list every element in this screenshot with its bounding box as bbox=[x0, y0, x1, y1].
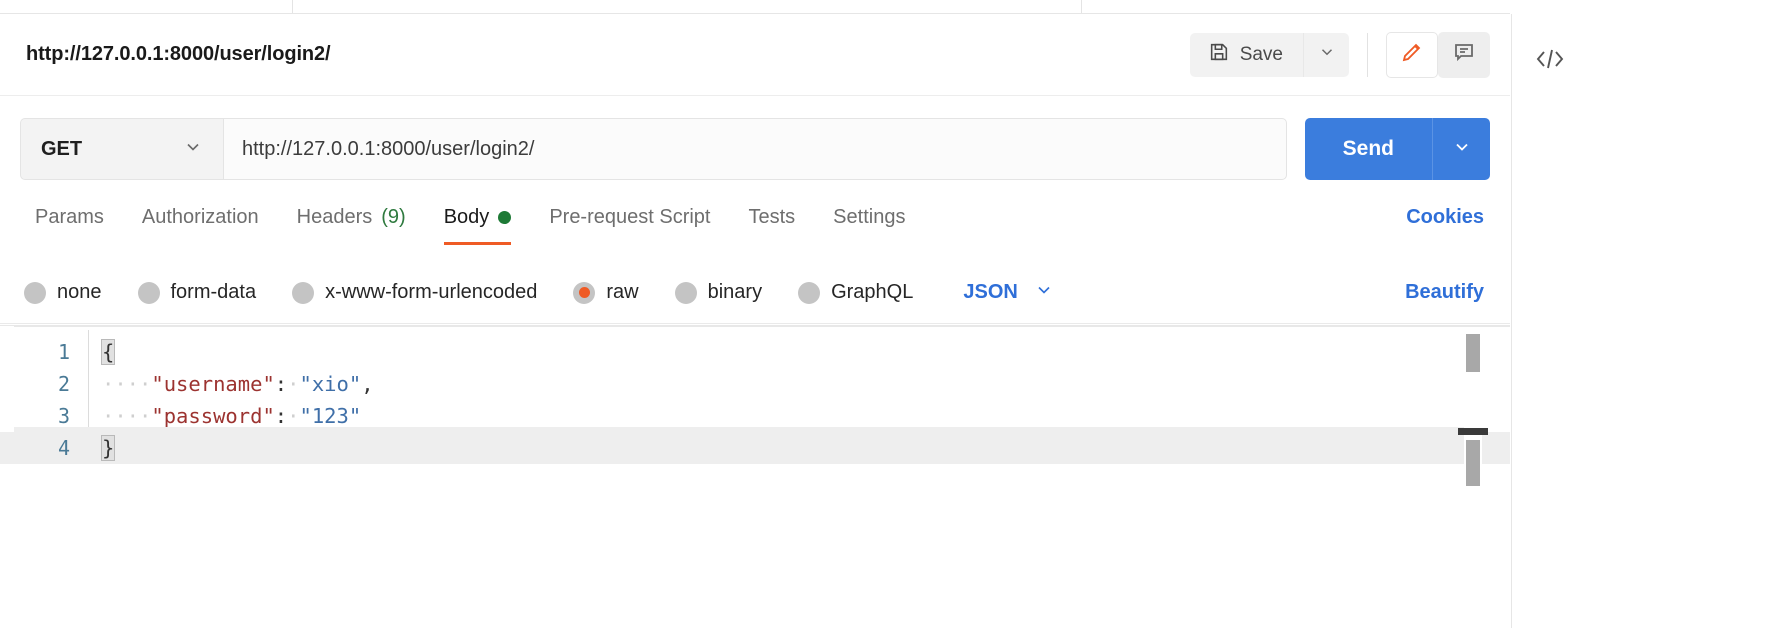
json-value: "xio" bbox=[299, 372, 361, 396]
line-number: 1 bbox=[0, 336, 88, 368]
tab-label: Params bbox=[35, 206, 104, 229]
right-sidebar bbox=[1511, 14, 1772, 628]
save-options-button[interactable] bbox=[1303, 33, 1349, 77]
save-button[interactable]: Save bbox=[1190, 33, 1303, 77]
chevron-down-icon bbox=[183, 137, 203, 162]
body-modified-dot-icon bbox=[498, 211, 511, 224]
editor-line[interactable]: 2 ····"username":·"xio", bbox=[0, 368, 1510, 400]
radio-icon bbox=[24, 282, 46, 304]
body-code-editor[interactable]: 1 { 2 ····"username":·"xio", 3 ····"pass… bbox=[0, 325, 1510, 628]
json-comma: , bbox=[361, 372, 373, 396]
body-type-row: none form-data x-www-form-urlencoded raw… bbox=[0, 262, 1510, 324]
line-content[interactable]: } bbox=[88, 432, 1510, 464]
page-title: http://127.0.0.1:8000/user/login2/ bbox=[26, 43, 331, 66]
radio-icon bbox=[675, 282, 697, 304]
cookies-link[interactable]: Cookies bbox=[1406, 198, 1510, 245]
floppy-disk-icon bbox=[1208, 41, 1230, 69]
http-method-label: GET bbox=[41, 138, 82, 161]
active-line-highlight bbox=[14, 427, 1470, 435]
tab-label: Pre-request Script bbox=[549, 206, 710, 229]
radio-icon bbox=[138, 282, 160, 304]
title-actions: Save bbox=[1190, 32, 1510, 78]
open-brace: { bbox=[102, 340, 114, 364]
editor-lines: 1 { 2 ····"username":·"xio", 3 ····"pass… bbox=[0, 336, 1510, 464]
radio-selected-icon bbox=[573, 282, 595, 304]
body-type-label: form-data bbox=[171, 281, 257, 304]
request-tab-strip bbox=[0, 0, 1772, 14]
line-content[interactable]: ····"username":·"xio", bbox=[88, 368, 1510, 400]
json-colon: : bbox=[275, 404, 287, 428]
body-type-graphql[interactable]: GraphQL bbox=[798, 281, 913, 304]
request-tabs: Params Authorization Headers (9) Body Pr… bbox=[0, 198, 1510, 258]
editor-scrollbar-thumb-lower[interactable] bbox=[1466, 440, 1480, 486]
code-snippet-button[interactable] bbox=[1518, 36, 1582, 86]
body-type-raw[interactable]: raw bbox=[573, 281, 638, 304]
http-method-select[interactable]: GET bbox=[20, 118, 223, 180]
tab-tests[interactable]: Tests bbox=[729, 198, 814, 245]
tab-label: Tests bbox=[748, 206, 795, 229]
open-request-tab[interactable] bbox=[292, 0, 1082, 14]
json-key: "username" bbox=[151, 372, 274, 396]
editor-line-active[interactable]: 4 } bbox=[0, 432, 1510, 464]
indent-dots: ···· bbox=[102, 404, 151, 428]
tab-label: Authorization bbox=[142, 206, 259, 229]
body-type-label: raw bbox=[606, 281, 638, 304]
line-number: 4 bbox=[0, 432, 88, 464]
close-brace: } bbox=[102, 436, 114, 460]
line-content[interactable]: { bbox=[88, 336, 1510, 368]
request-title-bar: http://127.0.0.1:8000/user/login2/ Save bbox=[0, 14, 1510, 96]
body-type-label: binary bbox=[708, 281, 762, 304]
pencil-icon bbox=[1400, 40, 1424, 69]
body-type-label: GraphQL bbox=[831, 281, 913, 304]
tab-params[interactable]: Params bbox=[16, 198, 123, 245]
edit-request-button[interactable] bbox=[1386, 32, 1438, 78]
comments-button[interactable] bbox=[1438, 32, 1490, 78]
url-bar: GET http://127.0.0.1:8000/user/login2/ S… bbox=[0, 110, 1510, 188]
comment-icon bbox=[1452, 40, 1476, 69]
space-dot: · bbox=[287, 404, 299, 428]
tab-headers[interactable]: Headers (9) bbox=[278, 198, 425, 245]
chevron-down-icon bbox=[1034, 280, 1054, 306]
tab-label: Body bbox=[444, 206, 490, 229]
editor-line[interactable]: 1 { bbox=[0, 336, 1510, 368]
body-type-form-data[interactable]: form-data bbox=[138, 281, 257, 304]
tab-label: Headers bbox=[297, 206, 373, 229]
radio-icon bbox=[292, 282, 314, 304]
editor-scroll-marker bbox=[1458, 428, 1488, 435]
send-button[interactable]: Send bbox=[1305, 118, 1432, 180]
code-brackets-icon bbox=[1533, 44, 1567, 79]
tab-settings[interactable]: Settings bbox=[814, 198, 924, 245]
tab-authorization[interactable]: Authorization bbox=[123, 198, 278, 245]
chevron-down-icon bbox=[1318, 43, 1336, 66]
body-type-x-www-form-urlencoded[interactable]: x-www-form-urlencoded bbox=[292, 281, 537, 304]
url-input[interactable]: http://127.0.0.1:8000/user/login2/ bbox=[223, 118, 1287, 180]
body-type-none[interactable]: none bbox=[24, 281, 102, 304]
tab-label: Settings bbox=[833, 206, 905, 229]
body-type-binary[interactable]: binary bbox=[675, 281, 762, 304]
radio-icon bbox=[798, 282, 820, 304]
tab-body[interactable]: Body bbox=[425, 198, 531, 245]
send-options-button[interactable] bbox=[1432, 118, 1490, 180]
json-value: "123" bbox=[299, 404, 361, 428]
space-dot: · bbox=[287, 372, 299, 396]
toolbar-divider bbox=[1367, 33, 1368, 77]
editor-top-border bbox=[14, 326, 1510, 327]
json-colon: : bbox=[275, 372, 287, 396]
json-key: "password" bbox=[151, 404, 274, 428]
beautify-button[interactable]: Beautify bbox=[1405, 281, 1484, 304]
body-type-label: none bbox=[57, 281, 102, 304]
indent-dots: ···· bbox=[102, 372, 151, 396]
save-button-label: Save bbox=[1240, 44, 1283, 66]
line-number: 2 bbox=[0, 368, 88, 400]
body-language-label: JSON bbox=[963, 281, 1017, 304]
editor-scrollbar-thumb[interactable] bbox=[1466, 334, 1480, 372]
chevron-down-icon bbox=[1452, 137, 1472, 162]
headers-count-badge: (9) bbox=[381, 206, 405, 229]
body-language-select[interactable]: JSON bbox=[963, 280, 1053, 306]
body-type-label: x-www-form-urlencoded bbox=[325, 281, 537, 304]
tab-pre-request-script[interactable]: Pre-request Script bbox=[530, 198, 729, 245]
